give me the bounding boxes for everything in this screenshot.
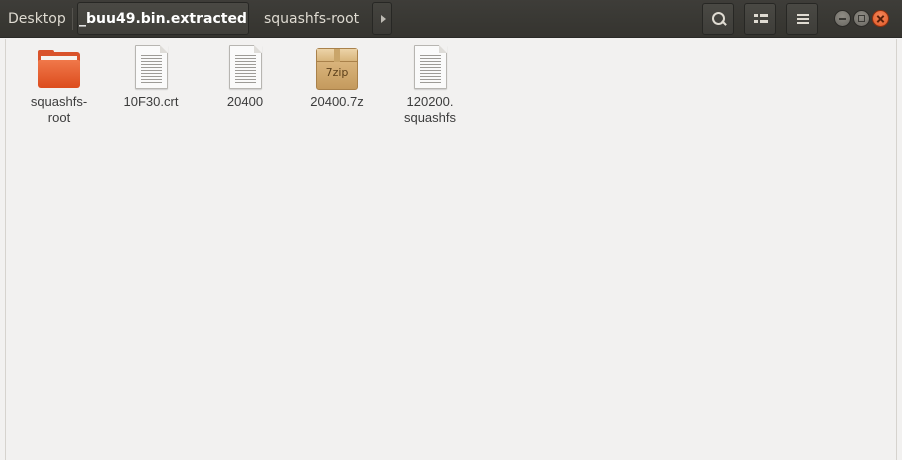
archive-badge: 7zip [325, 66, 349, 79]
search-button[interactable] [702, 3, 734, 35]
document-icon [406, 44, 454, 92]
view-toggle-button[interactable] [744, 3, 776, 35]
header-bar: Desktop _buu49.bin.extracted squashfs-ro… [0, 0, 902, 38]
folder-icon [35, 44, 83, 92]
archive-icon: 7zip [313, 44, 361, 92]
file-item-120200-squashfs[interactable]: 120200. squashfs [386, 44, 474, 126]
file-grid: squashfs-root 10F30.crt 20400 7zip 20400… [5, 39, 897, 460]
file-item-20400-7z[interactable]: 7zip 20400.7z [293, 44, 381, 110]
breadcrumb-squashfs-root[interactable]: squashfs-root [256, 0, 368, 38]
hamburger-menu-icon [797, 14, 809, 25]
file-label: 120200. squashfs [403, 94, 457, 125]
file-item-20400[interactable]: 20400 [201, 44, 289, 110]
file-label: 10F30.crt [123, 94, 179, 109]
breadcrumb-extracted[interactable]: _buu49.bin.extracted [77, 2, 249, 35]
file-manager-window: Desktop _buu49.bin.extracted squashfs-ro… [0, 0, 902, 460]
file-label: 20400 [226, 94, 264, 109]
document-icon [221, 44, 269, 92]
file-item-10f30-crt[interactable]: 10F30.crt [107, 44, 195, 110]
maximize-button[interactable] [853, 10, 870, 27]
document-icon [127, 44, 175, 92]
file-item-squashfs-root[interactable]: squashfs-root [15, 44, 103, 126]
list-view-icon [754, 14, 768, 26]
breadcrumb-desktop[interactable]: Desktop [0, 0, 70, 38]
breadcrumb-forward-arrow[interactable] [372, 2, 392, 35]
menu-button[interactable] [786, 3, 818, 35]
search-icon [712, 12, 726, 26]
file-label: 20400.7z [310, 94, 364, 109]
minimize-button[interactable] [834, 10, 851, 27]
breadcrumb-separator [72, 8, 73, 30]
close-button[interactable] [872, 10, 889, 27]
file-label: squashfs-root [30, 94, 88, 125]
